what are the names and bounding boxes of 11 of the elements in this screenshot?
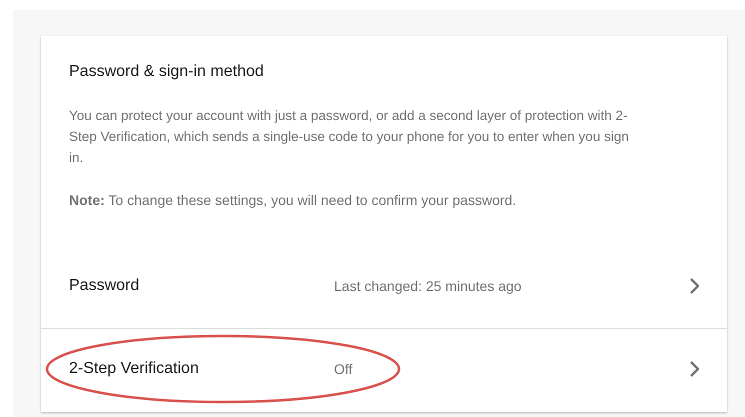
row-value: Last changed: 25 minutes ago <box>334 278 523 294</box>
settings-row[interactable]: 2-Step Verification Off <box>41 328 727 409</box>
description-text: You can protect your account with just a password, or add a second layer of protection with 2-Step Verification, which sends a single-use code to your phone for you to enter when you sign in. <box>69 107 630 167</box>
note-text: Note: To change these settings, you will need to confirm your password. <box>69 192 518 208</box>
row-label: Password <box>69 277 140 295</box>
settings-row[interactable]: Password Last changed: 25 minutes ago <box>41 244 727 328</box>
chevron-right-icon <box>689 278 699 294</box>
row-label: 2-Step Verification <box>69 360 200 378</box>
card-title: Password & sign-in method <box>69 63 265 81</box>
row-value: Off <box>334 361 354 377</box>
chevron-right-icon <box>689 361 699 377</box>
